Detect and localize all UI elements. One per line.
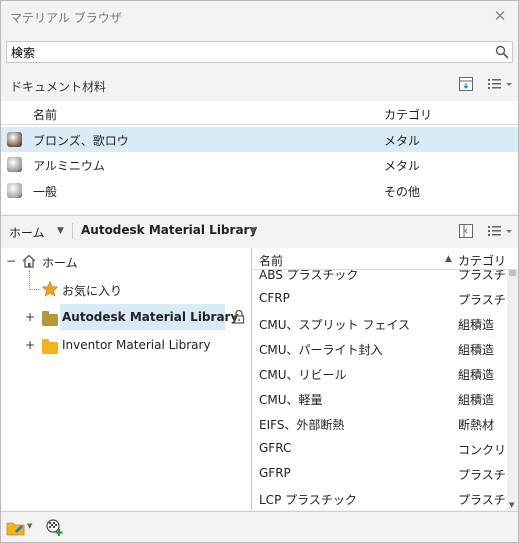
search-input[interactable] (7, 42, 487, 62)
close-icon[interactable]: ✕ (490, 6, 510, 26)
bottom-toolbar: ▼ (1, 511, 518, 542)
vertical-scrollbar[interactable]: ▲ ▼ (507, 248, 518, 510)
star-icon (41, 280, 59, 297)
open-library-icon[interactable] (6, 519, 26, 537)
library-material-list: 名前 ▲ カテゴリ ABS プラスチック プラスチ CFRP プラスチ CMU、スプ… (252, 248, 518, 510)
library-panel-toggle-icon[interactable] (457, 222, 475, 240)
library-toolbar: ホーム ▼ Autodesk Material Library ▼ (1, 216, 518, 246)
toolbar-separator (72, 223, 73, 239)
library-tree: − ホーム お気に入り + Autodesk Material Library … (1, 248, 251, 510)
table-row[interactable]: アルミニウム メタル (1, 152, 518, 177)
chevron-down-icon[interactable]: ▼ (27, 522, 32, 530)
search-box[interactable] (6, 41, 513, 63)
search-icon[interactable] (495, 45, 509, 59)
table-row[interactable]: 一般 その他 (1, 178, 518, 203)
material-category: メタル (384, 159, 421, 173)
home-dropdown[interactable]: ホーム (9, 224, 45, 241)
material-category: 断熱材 (458, 418, 495, 432)
material-name: EIFS、外部断熱 (259, 418, 345, 432)
material-name: 一般 (33, 185, 58, 199)
folder-icon (42, 339, 58, 354)
window-title: マテリアル ブラウザ (10, 11, 122, 25)
document-materials-label: ドキュメント材料 (10, 80, 107, 94)
material-category: プラスチ (458, 293, 506, 307)
material-name: GFRC (259, 441, 292, 455)
sort-ascending-icon: ▲ (445, 254, 452, 264)
library-dropdown[interactable]: Autodesk Material Library (81, 223, 257, 237)
collapse-toggle[interactable]: − (6, 254, 16, 268)
library-view-options-icon[interactable] (486, 222, 514, 240)
expand-toggle[interactable]: + (25, 338, 35, 352)
column-name[interactable]: 名前 (259, 252, 283, 269)
list-item[interactable]: CMU、スプリット フェイス 組積造 (252, 311, 507, 336)
chevron-down-icon[interactable]: ▼ (57, 226, 64, 236)
list-item[interactable]: CMU、パーライト封入 組積造 (252, 336, 507, 361)
document-materials-table: 名前 カテゴリ ブロンズ、歌ロウ メタル アルミニウム メタル 一般 その他 (1, 101, 518, 214)
list-header: 名前 ▲ カテゴリ (252, 248, 518, 270)
material-category: 組積造 (458, 343, 495, 357)
material-name: CMU、リビール (259, 368, 347, 382)
material-name: ブロンズ、歌ロウ (33, 134, 129, 148)
material-category: 組積造 (458, 393, 495, 407)
material-category: コンクリ (458, 443, 507, 457)
table-row[interactable]: ブロンズ、歌ロウ メタル (1, 127, 518, 152)
material-category: プラスチ (458, 468, 506, 482)
material-name: CMU、パーライト封入 (259, 343, 383, 357)
table-header: 名前 カテゴリ (1, 101, 518, 125)
material-category: プラスチ (458, 493, 506, 507)
tree-item-favorites[interactable]: お気に入り (62, 282, 122, 299)
scroll-down-icon[interactable]: ▼ (509, 501, 514, 509)
list-item[interactable]: EIFS、外部断熱 断熱材 (252, 411, 507, 436)
chevron-down-icon[interactable]: ▼ (250, 226, 257, 236)
title-bar: マテリアル ブラウザ ✕ (1, 1, 518, 33)
material-swatch (7, 183, 22, 198)
material-swatch (7, 157, 22, 172)
expand-toggle[interactable]: + (25, 310, 35, 324)
tree-item-autodesk-library[interactable]: Autodesk Material Library (62, 310, 238, 324)
list-item[interactable]: CMU、軽量 組積造 (252, 386, 507, 411)
material-category: メタル (384, 134, 421, 148)
tree-item-home[interactable]: ホーム (42, 254, 78, 271)
material-name: GFRP (259, 466, 291, 480)
create-material-add-icon[interactable] (45, 518, 65, 538)
material-category: 組積造 (458, 368, 495, 382)
lock-icon (233, 309, 245, 324)
material-name: LCP プラスチック (259, 493, 357, 507)
home-icon (22, 254, 36, 268)
material-browser-window: マテリアル ブラウザ ✕ ドキュメント材料 名前 カテゴリ ブロンズ、歌ロウ メ… (0, 0, 519, 543)
material-category: 組積造 (458, 318, 495, 332)
material-name: アルミニウム (33, 159, 105, 173)
view-options-icon[interactable] (486, 75, 514, 93)
column-category[interactable]: カテゴリ (384, 106, 432, 123)
create-material-icon[interactable] (457, 75, 475, 93)
tree-item-inventor-library[interactable]: Inventor Material Library (62, 338, 211, 352)
list-item[interactable]: GFRP プラスチ (252, 461, 507, 486)
list-item[interactable]: LCP プラスチック プラスチ (252, 486, 507, 510)
list-item[interactable]: CMU、リビール 組積造 (252, 361, 507, 386)
material-name: CFRP (259, 291, 290, 305)
material-name: CMU、スプリット フェイス (259, 318, 410, 332)
folder-icon (42, 311, 58, 326)
column-name[interactable]: 名前 (33, 106, 57, 123)
material-swatch (7, 132, 22, 147)
material-name: CMU、軽量 (259, 393, 323, 407)
material-category: その他 (384, 185, 421, 199)
column-category[interactable]: カテゴリ (458, 252, 506, 269)
list-item[interactable]: GFRC コンクリ (252, 436, 507, 461)
list-item[interactable]: CFRP プラスチ (252, 286, 507, 311)
